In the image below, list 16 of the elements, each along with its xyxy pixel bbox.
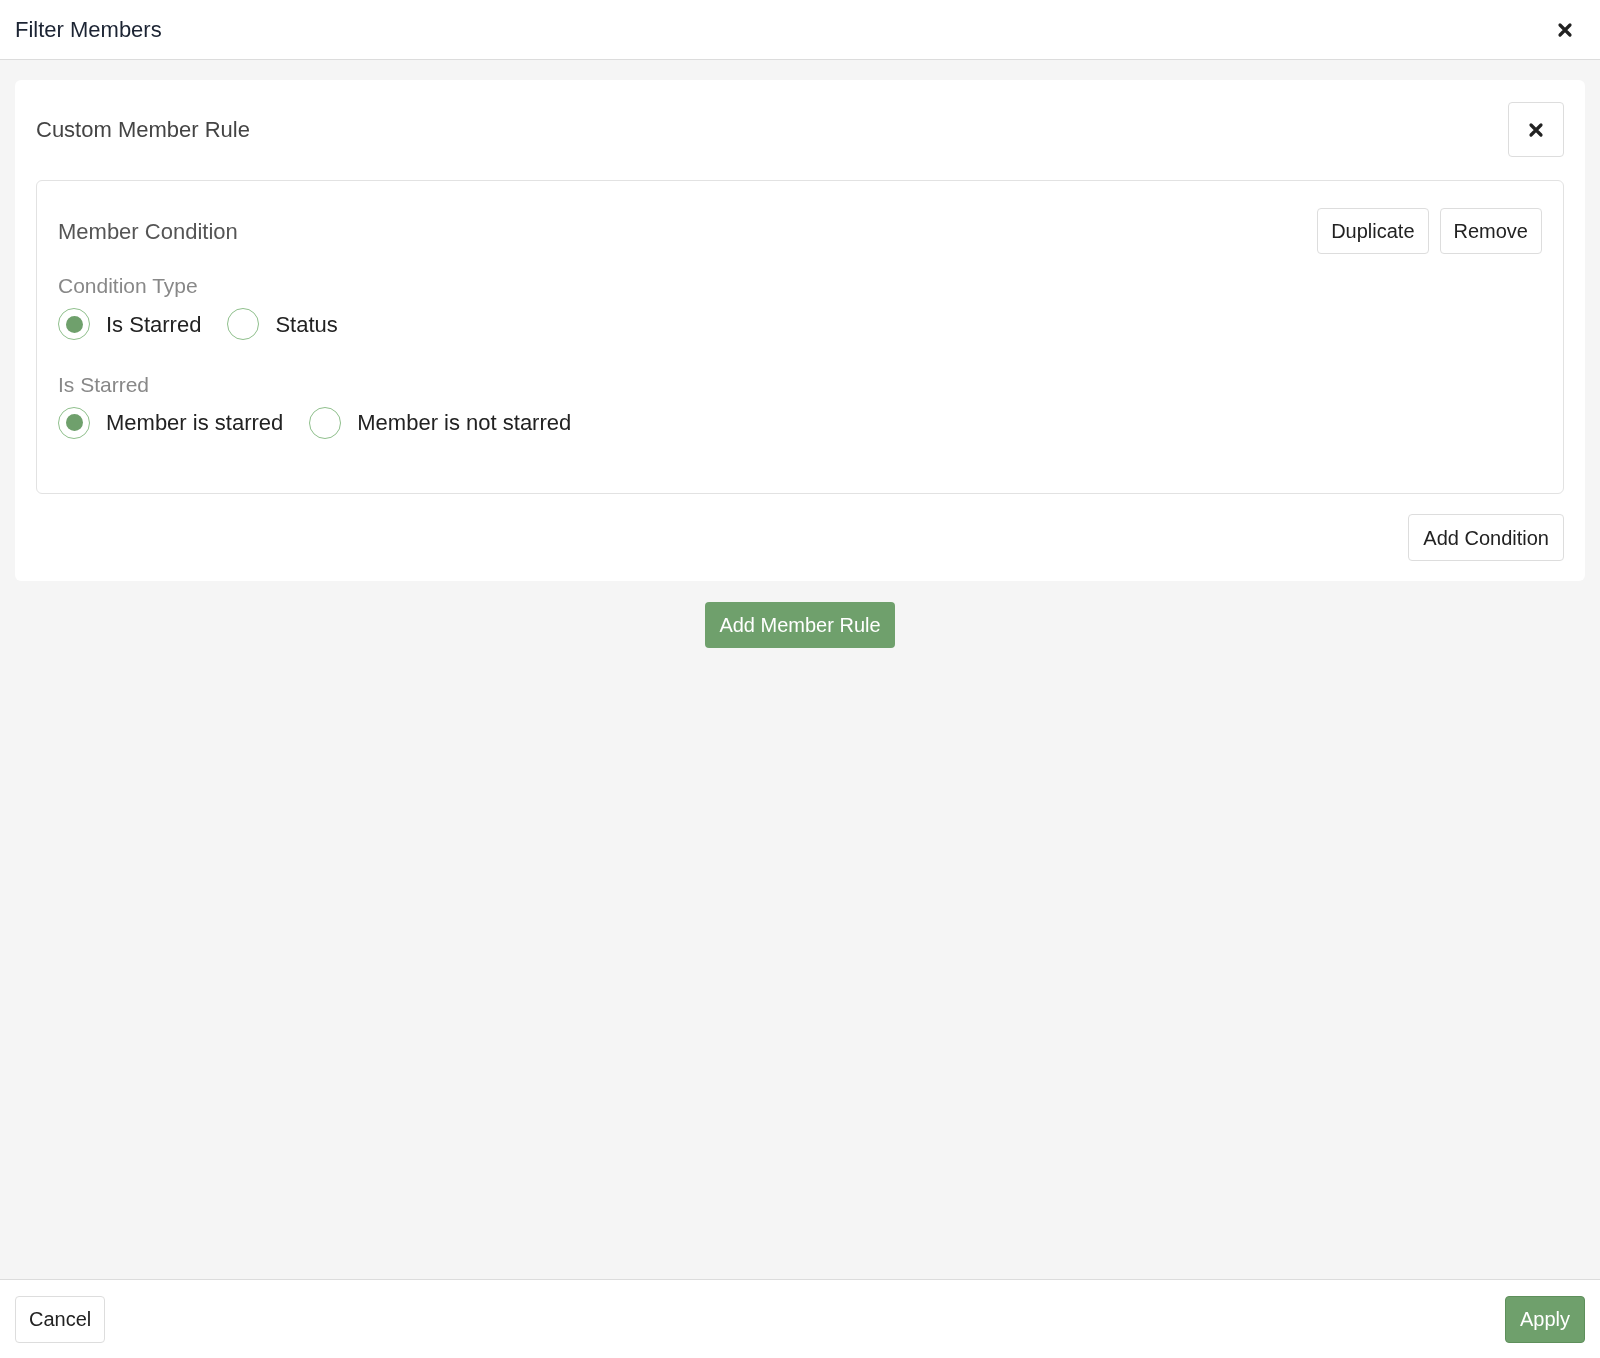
action-button[interactable]: Duplicate (1317, 208, 1429, 254)
radio-label: Status (275, 310, 338, 339)
group-label: Is Starred (58, 371, 151, 398)
remove-rule-button[interactable] (1508, 102, 1564, 157)
condition-title: Member Condition (58, 217, 238, 246)
action-button[interactable]: Remove (1439, 208, 1542, 254)
cancel-button[interactable]: Cancel (15, 1295, 106, 1343)
rule-title: Custom Member Rule (36, 116, 250, 144)
group-label: Condition Type (58, 273, 199, 299)
close-icon (1557, 21, 1573, 38)
dialog-title: Filter Members (15, 16, 162, 44)
radio-label: Member is starred (106, 409, 284, 437)
radio-label: Member is not starred (357, 409, 572, 437)
add-condition-button[interactable]: Add Condition (1408, 514, 1564, 561)
radio-label: Is Starred (106, 310, 202, 339)
close-icon (1528, 121, 1544, 138)
